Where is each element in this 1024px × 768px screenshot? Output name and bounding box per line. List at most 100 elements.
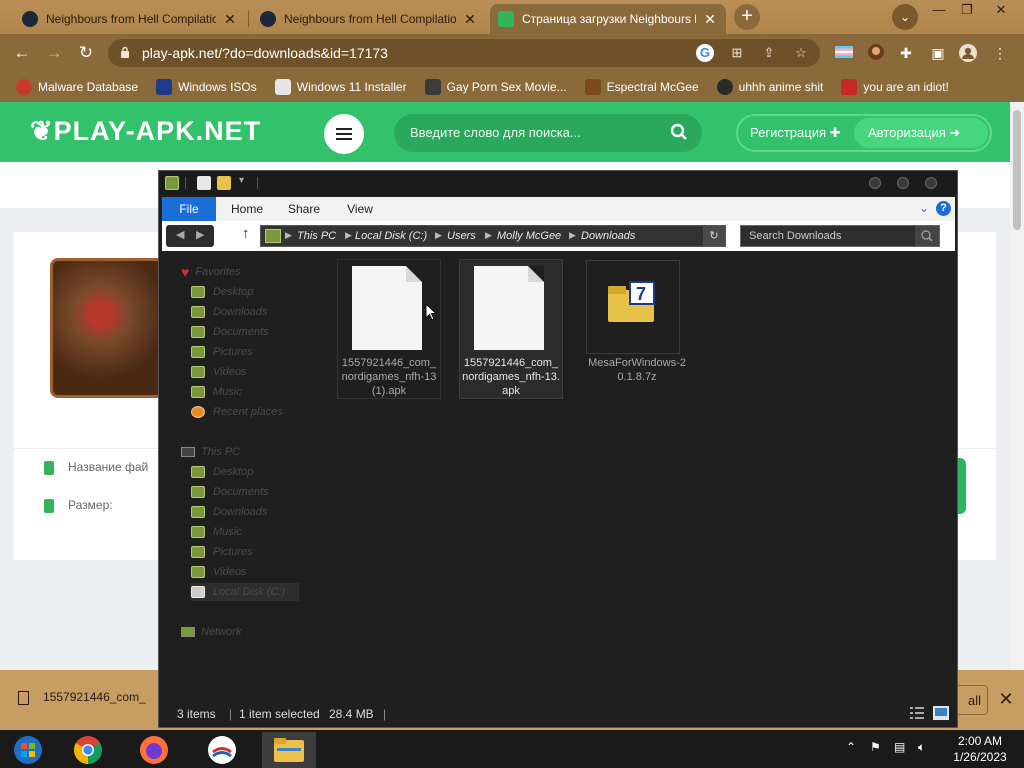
profile-icon[interactable]: [958, 43, 978, 63]
nav-item-pc-videos[interactable]: Videos: [191, 563, 246, 581]
translate-icon[interactable]: ⊞: [728, 44, 746, 62]
expand-ribbon-chevron-icon[interactable]: ⌄: [919, 201, 929, 215]
taskbar-chrome[interactable]: [64, 732, 112, 768]
nav-item-pc-music[interactable]: Music: [191, 523, 242, 541]
nav-item-fav-downloads[interactable]: Downloads: [191, 303, 267, 321]
up-arrow-icon[interactable]: ↑: [242, 225, 250, 242]
close-icon[interactable]: ✕: [996, 689, 1016, 709]
bookmark-4[interactable]: Gay Porn Sex Movie...: [424, 79, 567, 95]
customize-quick-access-icon[interactable]: ▾: [239, 175, 244, 186]
trans-flag-extension-icon[interactable]: [834, 43, 854, 63]
nav-favorites[interactable]: ♥ Favorites: [181, 263, 241, 281]
site-search-input[interactable]: Введите слово для поиска...: [394, 114, 702, 152]
taskbar-app-4[interactable]: [198, 732, 246, 768]
action-center-flag-icon[interactable]: ⚑: [870, 740, 881, 754]
taskbar-firefox[interactable]: [130, 732, 178, 768]
nav-item-fav-videos[interactable]: Videos: [191, 363, 246, 381]
download-item[interactable]: 1557921446_com_: [18, 690, 146, 705]
bookmark-star-icon[interactable]: ☆: [792, 44, 810, 62]
window-close-icon[interactable]: ✕: [984, 0, 1018, 22]
nav-item-fav-desktop[interactable]: Desktop: [191, 283, 253, 301]
bookmark-windows-isos[interactable]: Windows ISOs: [156, 79, 257, 95]
google-icon[interactable]: G: [696, 44, 714, 62]
nav-item-fav-documents[interactable]: Documents: [191, 323, 269, 341]
nav-item-fav-pictures[interactable]: Pictures: [191, 343, 253, 361]
tab-home[interactable]: Home: [224, 197, 270, 221]
bookmark-malware-database[interactable]: Malware Database: [16, 79, 138, 95]
network-icon[interactable]: ▤: [894, 740, 905, 754]
system-clock[interactable]: 2:00 AM 1/26/2023: [948, 733, 1012, 765]
share-icon[interactable]: ⇪: [760, 44, 778, 62]
nav-network[interactable]: Network: [181, 623, 241, 641]
close-icon[interactable]: ✕: [462, 11, 478, 28]
refresh-icon[interactable]: ↻: [703, 226, 725, 246]
browser-tab-1[interactable]: Neighbours from Hell Compilation ✕: [14, 4, 246, 34]
tab-search-icon[interactable]: ⌄: [892, 4, 918, 30]
menu-kebab-icon[interactable]: ⋮: [990, 43, 1010, 63]
bookmark-espectral-mcgee[interactable]: Espectral McGee: [584, 79, 699, 95]
bookmark-windows-11-installer[interactable]: Windows 11 Installer: [274, 79, 407, 95]
start-button[interactable]: [4, 732, 52, 768]
explorer-address-bar[interactable]: ▶ This PC ▶ Local Disk (C:) ▶ Users ▶ Mo…: [260, 225, 726, 247]
file-item-apk-copy[interactable]: 1557921446_com_nordigames_nfh-13 (1).apk: [337, 259, 441, 399]
new-tab-button[interactable]: +: [734, 4, 760, 30]
restore-icon[interactable]: ❐: [950, 0, 984, 22]
help-icon[interactable]: ?: [936, 201, 951, 216]
taskbar-file-explorer[interactable]: [262, 732, 316, 768]
breadcrumb-local-disk[interactable]: Local Disk (C:): [355, 230, 427, 242]
file-item-7z[interactable]: 7 MesaForWindows-20.1.8.7z: [585, 259, 689, 399]
nav-item-pc-downloads[interactable]: Downloads: [191, 503, 267, 521]
browser-tab-2[interactable]: Neighbours from Hell Compilation ✕: [252, 4, 486, 34]
tab-view[interactable]: View: [340, 197, 380, 221]
volume-icon[interactable]: 🔈︎: [918, 740, 925, 755]
site-logo[interactable]: ❦PLAY-APK.NET: [30, 116, 261, 147]
explorer-app-icon[interactable]: [165, 176, 179, 190]
window-close-icon[interactable]: [925, 177, 937, 189]
forward-arrow-icon[interactable]: ▶: [196, 228, 204, 241]
browser-tab-3[interactable]: Страница загрузки Neighbours Fr ✕: [490, 4, 726, 34]
side-panel-icon[interactable]: ▣: [928, 43, 948, 63]
nav-item-local-disk[interactable]: Local Disk (C:): [191, 583, 299, 601]
close-icon[interactable]: ✕: [222, 11, 238, 28]
properties-icon[interactable]: [197, 176, 211, 190]
details-view-icon[interactable]: [909, 706, 925, 720]
nav-item-pc-desktop[interactable]: Desktop: [191, 463, 253, 481]
maximize-icon[interactable]: [897, 177, 909, 189]
bookmark-you-are-an-idiot[interactable]: you are an idiot!: [841, 79, 949, 95]
breadcrumb-users[interactable]: Users: [447, 230, 476, 242]
show-hidden-icons-icon[interactable]: ⌃: [846, 740, 856, 754]
nav-item-fav-music[interactable]: Music: [191, 383, 242, 401]
address-bar[interactable]: play-apk.net/?do=downloads&id=17173 G ⊞ …: [108, 39, 820, 67]
selected-size: 28.4 MB: [329, 707, 374, 721]
hamburger-menu-button[interactable]: [324, 114, 364, 154]
tab-share[interactable]: Share: [282, 197, 326, 221]
extensions-puzzle-icon[interactable]: ✚: [896, 43, 916, 63]
svg-text:7: 7: [636, 284, 646, 304]
scrollbar-thumb[interactable]: [1013, 110, 1021, 230]
minimize-icon[interactable]: [869, 177, 881, 189]
breadcrumb-this-pc[interactable]: This PC: [297, 230, 336, 242]
back-arrow-icon[interactable]: ◀: [176, 228, 184, 241]
breadcrumb-downloads[interactable]: Downloads: [581, 230, 635, 242]
new-folder-icon[interactable]: [217, 176, 231, 190]
login-button[interactable]: Авторизация ➜: [854, 118, 988, 148]
nav-this-pc[interactable]: This PC: [181, 443, 240, 461]
tab-file[interactable]: File: [162, 197, 216, 221]
nav-item-pc-documents[interactable]: Documents: [191, 483, 269, 501]
search-icon[interactable]: [915, 226, 939, 246]
nav-item-pc-pictures[interactable]: Pictures: [191, 543, 253, 561]
large-icons-view-icon[interactable]: [933, 706, 949, 720]
register-link[interactable]: Регистрация ✚: [750, 125, 841, 141]
close-icon[interactable]: ✕: [702, 11, 718, 28]
reload-icon[interactable]: ↻: [74, 41, 98, 65]
explorer-search-input[interactable]: Search Downloads: [740, 225, 940, 247]
search-icon[interactable]: [670, 123, 688, 141]
avatar-extension-icon[interactable]: [866, 43, 886, 63]
breadcrumb-molly-mcgee[interactable]: Molly McGee: [497, 230, 561, 242]
nav-item-fav-recent-places[interactable]: Recent places: [191, 403, 283, 421]
file-item-apk[interactable]: 1557921446_com_nordigames_nfh-13.apk: [459, 259, 563, 399]
page-scrollbar[interactable]: [1010, 102, 1024, 670]
back-arrow-icon[interactable]: ←: [10, 41, 34, 65]
bookmark-anime[interactable]: uhhh anime shit: [716, 79, 823, 95]
forward-arrow-icon[interactable]: →: [42, 41, 66, 65]
